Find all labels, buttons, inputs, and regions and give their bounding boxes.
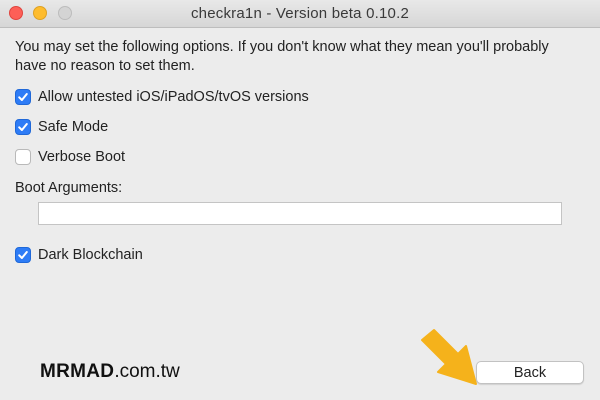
safe-mode-label: Safe Mode xyxy=(38,119,109,135)
option-verbose-boot[interactable]: Verbose Boot xyxy=(15,147,125,167)
boot-arguments-label: Boot Arguments: xyxy=(15,180,123,196)
verbose-boot-checkbox[interactable] xyxy=(15,149,31,165)
watermark-bold: MRMAD xyxy=(40,361,115,382)
option-safe-mode[interactable]: Safe Mode xyxy=(15,117,108,137)
dark-blockchain-label: Dark Blockchain xyxy=(38,247,143,263)
boot-arguments-input[interactable] xyxy=(38,202,562,225)
watermark-light: .com.tw xyxy=(114,361,180,382)
verbose-boot-label: Verbose Boot xyxy=(38,149,126,165)
dark-blockchain-checkbox[interactable] xyxy=(15,247,31,263)
check-icon xyxy=(18,123,28,131)
check-icon xyxy=(18,93,28,101)
safe-mode-checkbox[interactable] xyxy=(15,119,31,135)
title-bar: checkra1n - Version beta 0.10.2 xyxy=(0,0,600,28)
arrow-pointer-icon xyxy=(421,329,477,385)
watermark-logo: MRMAD.com.tw xyxy=(40,361,180,383)
allow-untested-checkbox[interactable] xyxy=(15,89,31,105)
window-title: checkra1n - Version beta 0.10.2 xyxy=(190,5,409,22)
intro-text: You may set the following options. If yo… xyxy=(15,39,549,74)
allow-untested-label: Allow untested iOS/iPadOS/tvOS versions xyxy=(38,89,309,105)
option-allow-untested[interactable]: Allow untested iOS/iPadOS/tvOS versions xyxy=(15,87,309,107)
checkra1n-window: checkra1n - Version beta 0.10.2 You may … xyxy=(0,0,600,400)
option-dark-blockchain[interactable]: Dark Blockchain xyxy=(15,245,143,265)
check-icon xyxy=(18,251,28,259)
